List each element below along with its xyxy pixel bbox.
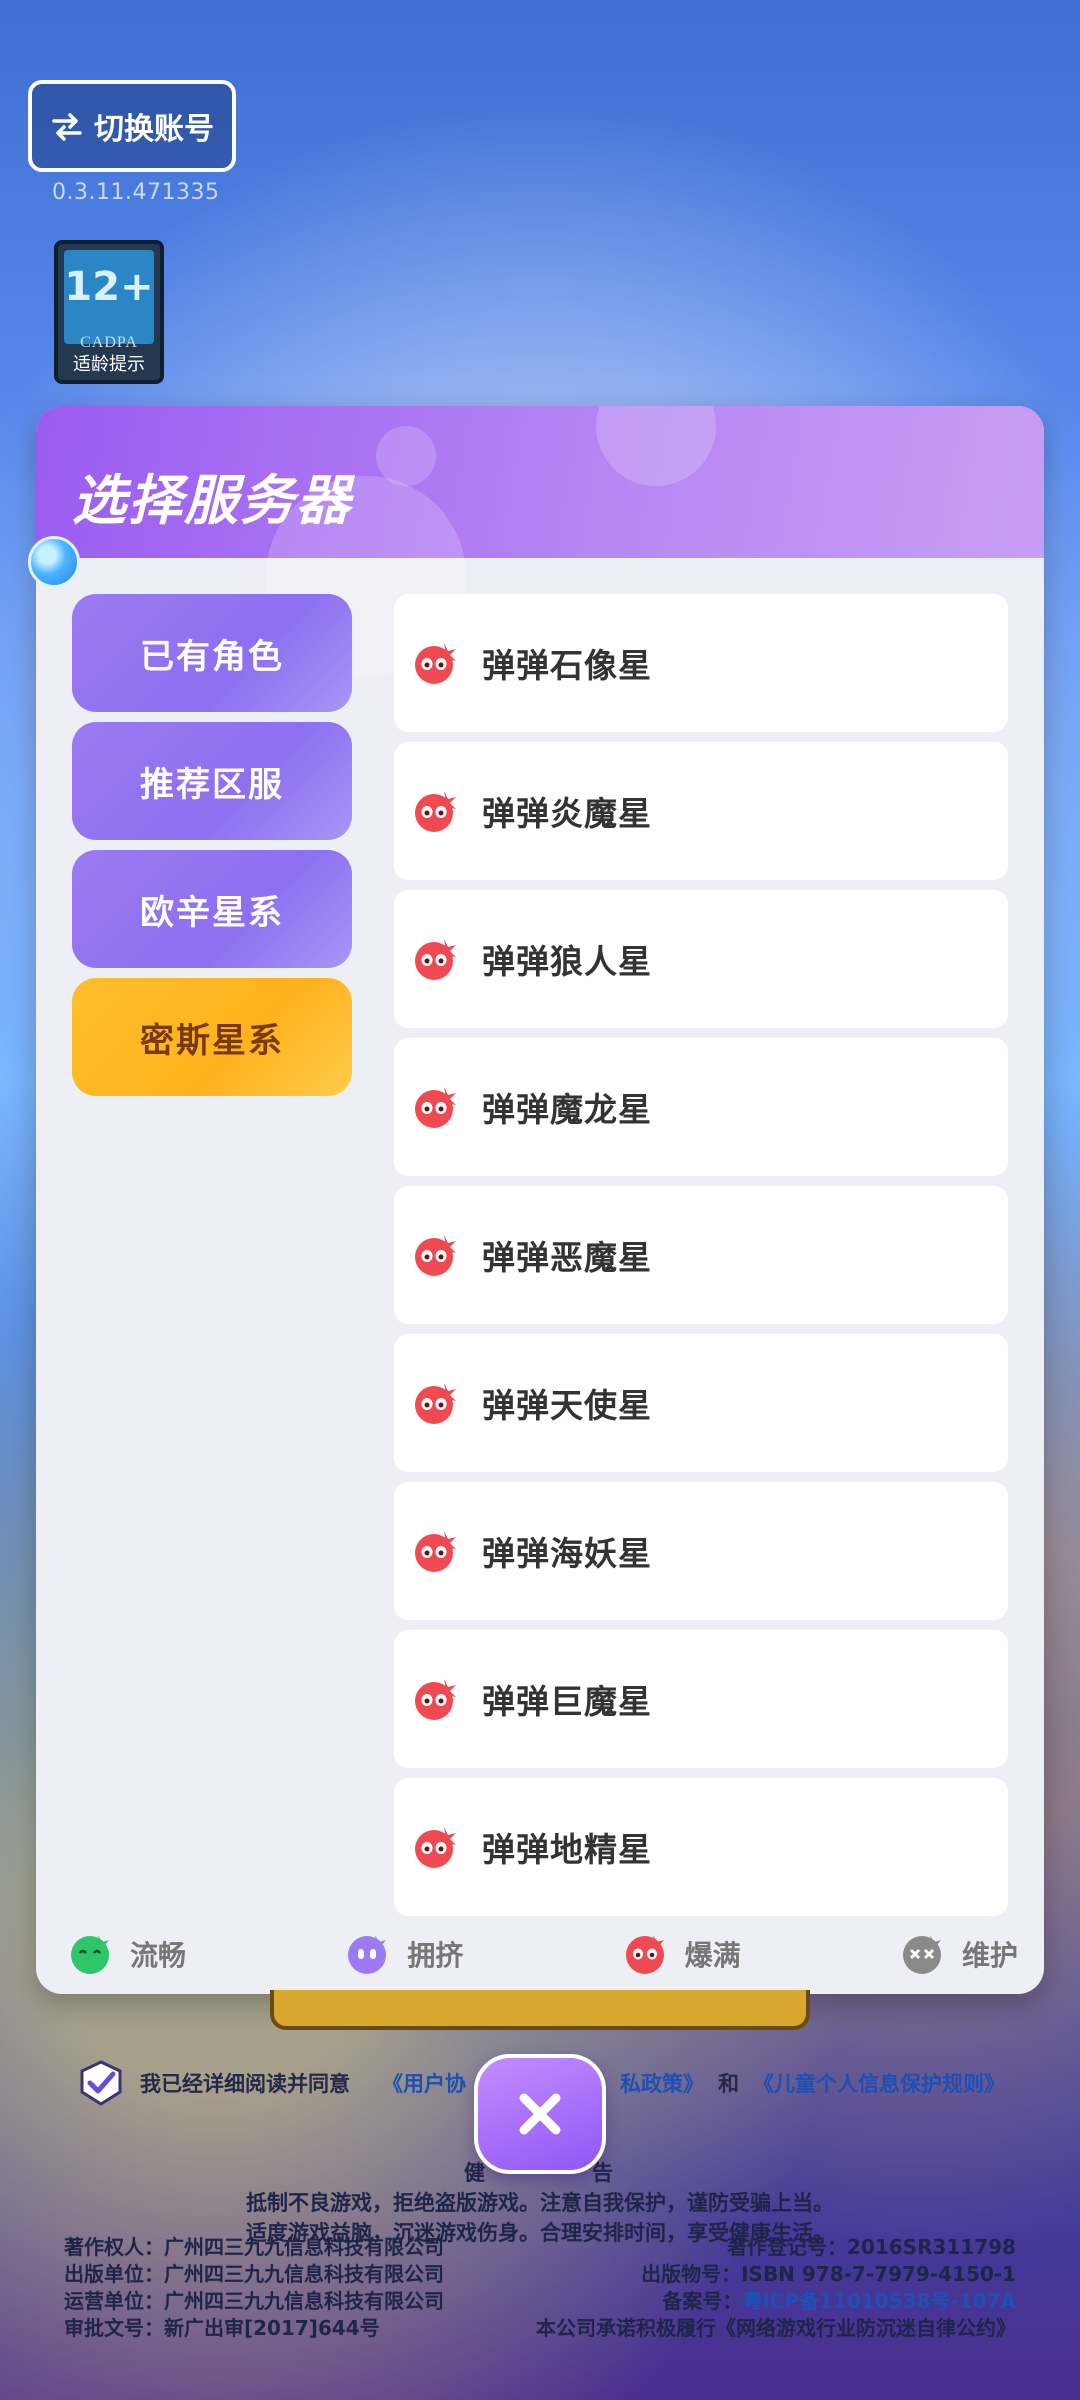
user-agreement-link[interactable]: 《用户协 (382, 2068, 466, 2098)
legend-smooth: 流畅 (68, 1931, 186, 1977)
crowded-status-icon (348, 1935, 387, 1974)
copyright-owner: 著作权人：广州四三九九信息科技有限公司 (64, 2235, 444, 2259)
tab-label: 密斯星系 (140, 1020, 284, 1061)
footer-row: 运营单位：广州四三九九信息科技有限公司 备案号：粤ICP备11010538号-1… (64, 2288, 1016, 2315)
maintenance-status-icon (902, 1935, 941, 1974)
health-line-1: 抵制不良游戏，拒绝盗版游戏。注意自我保护，谨防受骗上当。 (246, 2191, 834, 2215)
server-item[interactable]: 弹弹海妖星 (394, 1482, 1008, 1620)
start-button-edge (270, 1990, 810, 2030)
server-item[interactable]: 弹弹魔龙星 (394, 1038, 1008, 1176)
floating-orb-icon[interactable] (28, 536, 80, 588)
copyright-reg: 著作登记号：2016SR311798 (727, 2235, 1016, 2259)
age-rating-number: 12+ (64, 264, 154, 310)
server-group-tabs: 已有角色 推荐区服 欧辛星系 密斯星系 (72, 594, 352, 1106)
commitment: 本公司承诺积极履行《网络游戏行业防沉迷自律公约》 (536, 2316, 1016, 2340)
version-text: 0.3.11.471335 (52, 180, 220, 205)
legend-label: 流畅 (130, 1939, 187, 1972)
switch-account-label: 切换账号 (94, 112, 214, 147)
legend-crowded: 拥挤 (345, 1931, 463, 1977)
tab-misi-galaxy[interactable]: 密斯星系 (72, 978, 352, 1096)
tab-label: 推荐区服 (140, 764, 284, 805)
server-item[interactable]: 弹弹石像星 (394, 594, 1008, 732)
record: 备案号：粤ICP备11010538号-107A (662, 2288, 1016, 2315)
tab-label: 欧辛星系 (140, 892, 284, 933)
full-status-icon (415, 1383, 456, 1424)
tab-existing-roles[interactable]: 已有角色 (72, 594, 352, 712)
server-name: 弹弹石像星 (482, 646, 652, 685)
legal-footer: 著作权人：广州四三九九信息科技有限公司 著作登记号：2016SR311798 出… (64, 2234, 1016, 2342)
full-status-icon (415, 791, 456, 832)
agreement-checkbox-icon[interactable] (76, 2058, 126, 2108)
age-rating-badge[interactable]: 12+ CADPA 适龄提示 (54, 240, 164, 384)
close-dialog-button[interactable] (474, 2054, 606, 2174)
child-rules-link[interactable]: 《儿童个人信息保护规则》 (753, 2068, 1005, 2098)
smooth-status-icon (71, 1935, 109, 1974)
full-status-icon (415, 1531, 456, 1572)
legend-full: 爆满 (623, 1931, 741, 1977)
server-name: 弹弹巨魔星 (482, 1682, 652, 1721)
server-item[interactable]: 弹弹天使星 (394, 1334, 1008, 1472)
server-name: 弹弹恶魔星 (482, 1238, 652, 1277)
publisher: 出版单位：广州四三九九信息科技有限公司 (64, 2262, 444, 2286)
footer-row: 出版单位：广州四三九九信息科技有限公司 出版物号：ISBN 978-7-7979… (64, 2261, 1016, 2288)
health-title-left: 健 (464, 2161, 485, 2185)
full-status-icon (415, 1827, 456, 1868)
full-status-icon (415, 1679, 456, 1720)
server-name: 弹弹天使星 (482, 1386, 652, 1425)
status-legend: 流畅 拥挤 爆满 维护 (36, 1914, 1044, 1994)
full-status-icon (415, 1235, 456, 1276)
server-name: 弹弹海妖星 (482, 1534, 652, 1573)
dialog-header: 选择服务器 (36, 406, 1044, 676)
switch-icon (52, 113, 82, 141)
age-rating-tip: 适龄提示 (73, 354, 145, 375)
legend-maintenance: 维护 (900, 1931, 1018, 1977)
full-status-icon (415, 1087, 456, 1128)
server-name: 弹弹魔龙星 (482, 1090, 652, 1129)
record-label: 备案号： (662, 2289, 743, 2313)
footer-row: 著作权人：广州四三九九信息科技有限公司 著作登记号：2016SR311798 (64, 2234, 1016, 2261)
tab-oxin-galaxy[interactable]: 欧辛星系 (72, 850, 352, 968)
agreement-prefix: 我已经详细阅读并同意 (140, 2072, 350, 2096)
publication-no: 出版物号：ISBN 978-7-7979-4150-1 (641, 2262, 1016, 2286)
privacy-policy-link[interactable]: 私政策》 (620, 2068, 704, 2098)
legend-label: 爆满 (684, 1939, 741, 1972)
server-item[interactable]: 弹弹恶魔星 (394, 1186, 1008, 1324)
operator: 运营单位：广州四三九九信息科技有限公司 (64, 2289, 444, 2313)
tab-label: 已有角色 (140, 636, 284, 677)
full-status-icon (415, 939, 456, 980)
agreement-and: 和 (718, 2072, 739, 2096)
tab-recommended[interactable]: 推荐区服 (72, 722, 352, 840)
record-no-link[interactable]: 粤ICP备11010538号-107A (742, 2289, 1016, 2313)
server-item[interactable]: 弹弹狼人星 (394, 890, 1008, 1028)
server-item[interactable]: 弹弹巨魔星 (394, 1630, 1008, 1768)
legend-label: 拥挤 (407, 1939, 464, 1972)
approval: 审批文号：新广出审[2017]644号 (64, 2316, 380, 2340)
footer-row: 审批文号：新广出审[2017]644号 本公司承诺积极履行《网络游戏行业防沉迷自… (64, 2315, 1016, 2342)
server-item[interactable]: 弹弹地精星 (394, 1778, 1008, 1916)
switch-account-button[interactable]: 切换账号 (28, 80, 236, 172)
server-select-dialog: 选择服务器 已有角色 推荐区服 欧辛星系 密斯星系 弹弹石像星 弹弹炎魔星 弹弹… (36, 406, 1044, 1994)
legend-label: 维护 (961, 1939, 1018, 1972)
full-status-icon (625, 1935, 664, 1974)
server-item[interactable]: 弹弹炎魔星 (394, 742, 1008, 880)
close-icon (519, 2093, 561, 2135)
dialog-title: 选择服务器 (72, 469, 352, 532)
header-bubble-decoration (596, 406, 716, 486)
server-name: 弹弹炎魔星 (482, 794, 652, 833)
server-name: 弹弹地精星 (482, 1830, 652, 1869)
server-list[interactable]: 弹弹石像星 弹弹炎魔星 弹弹狼人星 弹弹魔龙星 弹弹恶魔星 弹弹天使星 弹弹海妖… (394, 594, 1008, 1916)
full-status-icon (415, 643, 456, 684)
server-name: 弹弹狼人星 (482, 942, 652, 981)
